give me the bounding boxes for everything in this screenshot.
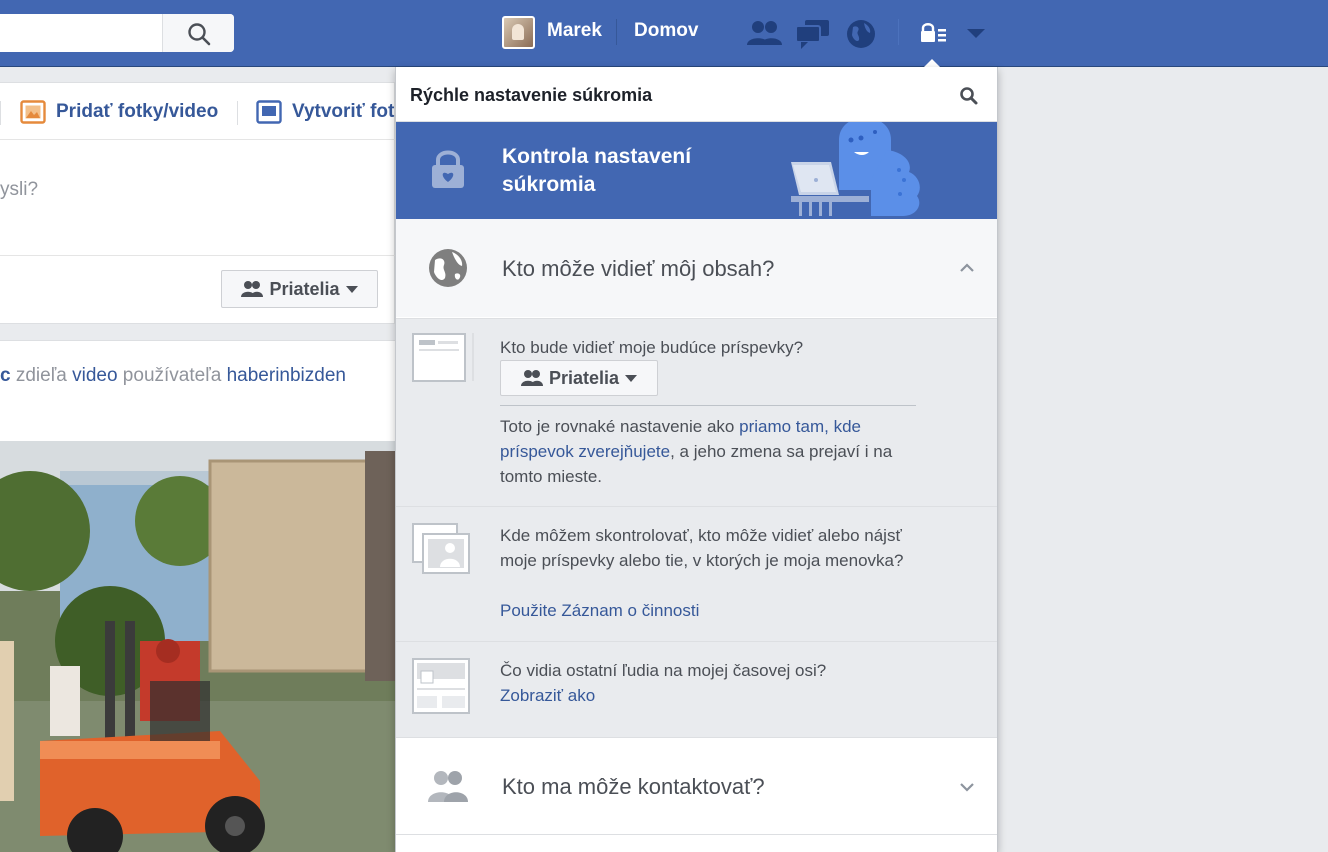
- privacy-shortcuts-panel: Rýchle nastavenie súkromia Kontrola nast…: [395, 67, 998, 852]
- view-as-question: Čo vidia ostatní ľudia na mojej časovej …: [500, 661, 827, 680]
- photo-icon: [20, 100, 46, 124]
- divider: [500, 405, 916, 406]
- top-navigation-bar: Marek Domov: [0, 0, 1328, 67]
- post-mid: používateľa: [117, 365, 227, 386]
- video-frame-image: [0, 441, 395, 852]
- profile-link[interactable]: [502, 15, 535, 49]
- privacy-dinosaur-illustration: [791, 122, 920, 216]
- video-player[interactable]: [0, 441, 395, 852]
- nav-divider: [898, 19, 899, 45]
- privacy-checkup-banner[interactable]: Kontrola nastavení súkromia: [396, 122, 997, 219]
- search-icon: [188, 23, 211, 46]
- composer-footer: Priatelia: [0, 255, 395, 323]
- tab-add-photo-label: Pridať fotky/video: [56, 101, 219, 122]
- section-who-can-see[interactable]: Kto môže vidieť môj obsah?: [396, 219, 997, 317]
- activity-log-setting: Kde môžem skontrolovať, kto môže vidieť …: [396, 506, 997, 641]
- globe-icon: [429, 249, 467, 287]
- account-menu-caret-icon[interactable]: [966, 28, 986, 40]
- search-icon[interactable]: [959, 86, 979, 106]
- view-as-link[interactable]: Zobraziť ako: [500, 683, 595, 708]
- activity-log-question: Kde môžem skontrolovať, kto môže vidieť …: [500, 526, 904, 570]
- feed-post: c zdieľa video používateľa haberinbizden: [0, 340, 395, 852]
- notifications-globe-icon[interactable]: [845, 18, 877, 50]
- chevron-down-icon: [345, 285, 358, 293]
- future-posts-setting: Kto bude vidieť moje budúce príspevky? P…: [396, 318, 997, 506]
- section-who-can-contact-label: Kto ma môže kontaktovať?: [502, 774, 765, 799]
- search-input[interactable]: [0, 14, 234, 52]
- composer-tabs: Pridať fotky/video Vytvoriť fot: [0, 83, 395, 140]
- post-composer: Pridať fotky/video Vytvoriť fot ysli? Pr…: [0, 82, 395, 324]
- friends-icon: [428, 771, 468, 802]
- panel-title: Rýchle nastavenie súkromia: [410, 85, 653, 105]
- future-posts-audience-label: Priatelia: [548, 367, 620, 388]
- lock-icon: [432, 150, 464, 188]
- home-link[interactable]: Domov: [634, 20, 698, 42]
- panel-header: Rýchle nastavenie súkromia: [396, 67, 997, 122]
- privacy-shortcuts-icon[interactable]: [920, 22, 948, 44]
- future-posts-note-text: Toto je rovnaké nastavenie ako: [500, 417, 740, 436]
- friend-requests-icon[interactable]: [745, 18, 785, 48]
- avatar: [502, 15, 535, 49]
- album-icon: [256, 100, 282, 124]
- tab-create-label: Vytvoriť fot: [292, 101, 395, 122]
- friends-icon: [241, 281, 264, 297]
- activity-log-link[interactable]: Použite Záznam o činnosti: [500, 598, 699, 623]
- audience-label: Priatelia: [269, 278, 340, 299]
- post-author-link[interactable]: c: [0, 365, 11, 386]
- future-posts-audience-selector[interactable]: Priatelia: [500, 360, 658, 396]
- future-posts-note: Toto je rovnaké nastavenie ako priamo ta…: [500, 414, 920, 489]
- post-object-link[interactable]: video: [72, 365, 117, 386]
- view-as-setting: Čo vidia ostatní ľudia na mojej časovej …: [396, 641, 997, 737]
- tab-divider: [0, 101, 1, 125]
- tab-create-album[interactable]: Vytvoriť fot: [256, 100, 394, 124]
- post-owner-link[interactable]: haberinbizden: [227, 365, 346, 386]
- audience-selector-button[interactable]: Priatelia: [221, 270, 378, 308]
- nav-divider: [616, 19, 617, 45]
- post-header: c zdieľa video používateľa haberinbizden: [0, 365, 346, 387]
- search-button[interactable]: [162, 14, 234, 52]
- chevron-up-icon[interactable]: [959, 263, 975, 273]
- section-who-can-contact[interactable]: Kto ma môže kontaktovať?: [396, 737, 997, 835]
- tab-divider: [237, 101, 238, 125]
- chevron-down-icon[interactable]: [959, 782, 975, 792]
- photos-stack-icon: [412, 523, 470, 574]
- friends-icon: [520, 370, 543, 386]
- chevron-down-icon: [625, 374, 638, 382]
- post-verb: zdieľa: [10, 365, 73, 386]
- composer-prompt[interactable]: ysli?: [0, 179, 38, 201]
- messages-icon[interactable]: [795, 18, 831, 50]
- timeline-preview-icon: [412, 658, 470, 714]
- section-who-can-see-label: Kto môže vidieť môj obsah?: [502, 256, 775, 281]
- profile-name-link[interactable]: Marek: [547, 20, 602, 42]
- future-posts-question: Kto bude vidieť moje budúce príspevky?: [500, 338, 804, 357]
- post-preview-icon: [412, 333, 474, 382]
- tab-add-photo-video[interactable]: Pridať fotky/video: [20, 100, 218, 124]
- privacy-checkup-title: Kontrola nastavení súkromia: [502, 145, 692, 196]
